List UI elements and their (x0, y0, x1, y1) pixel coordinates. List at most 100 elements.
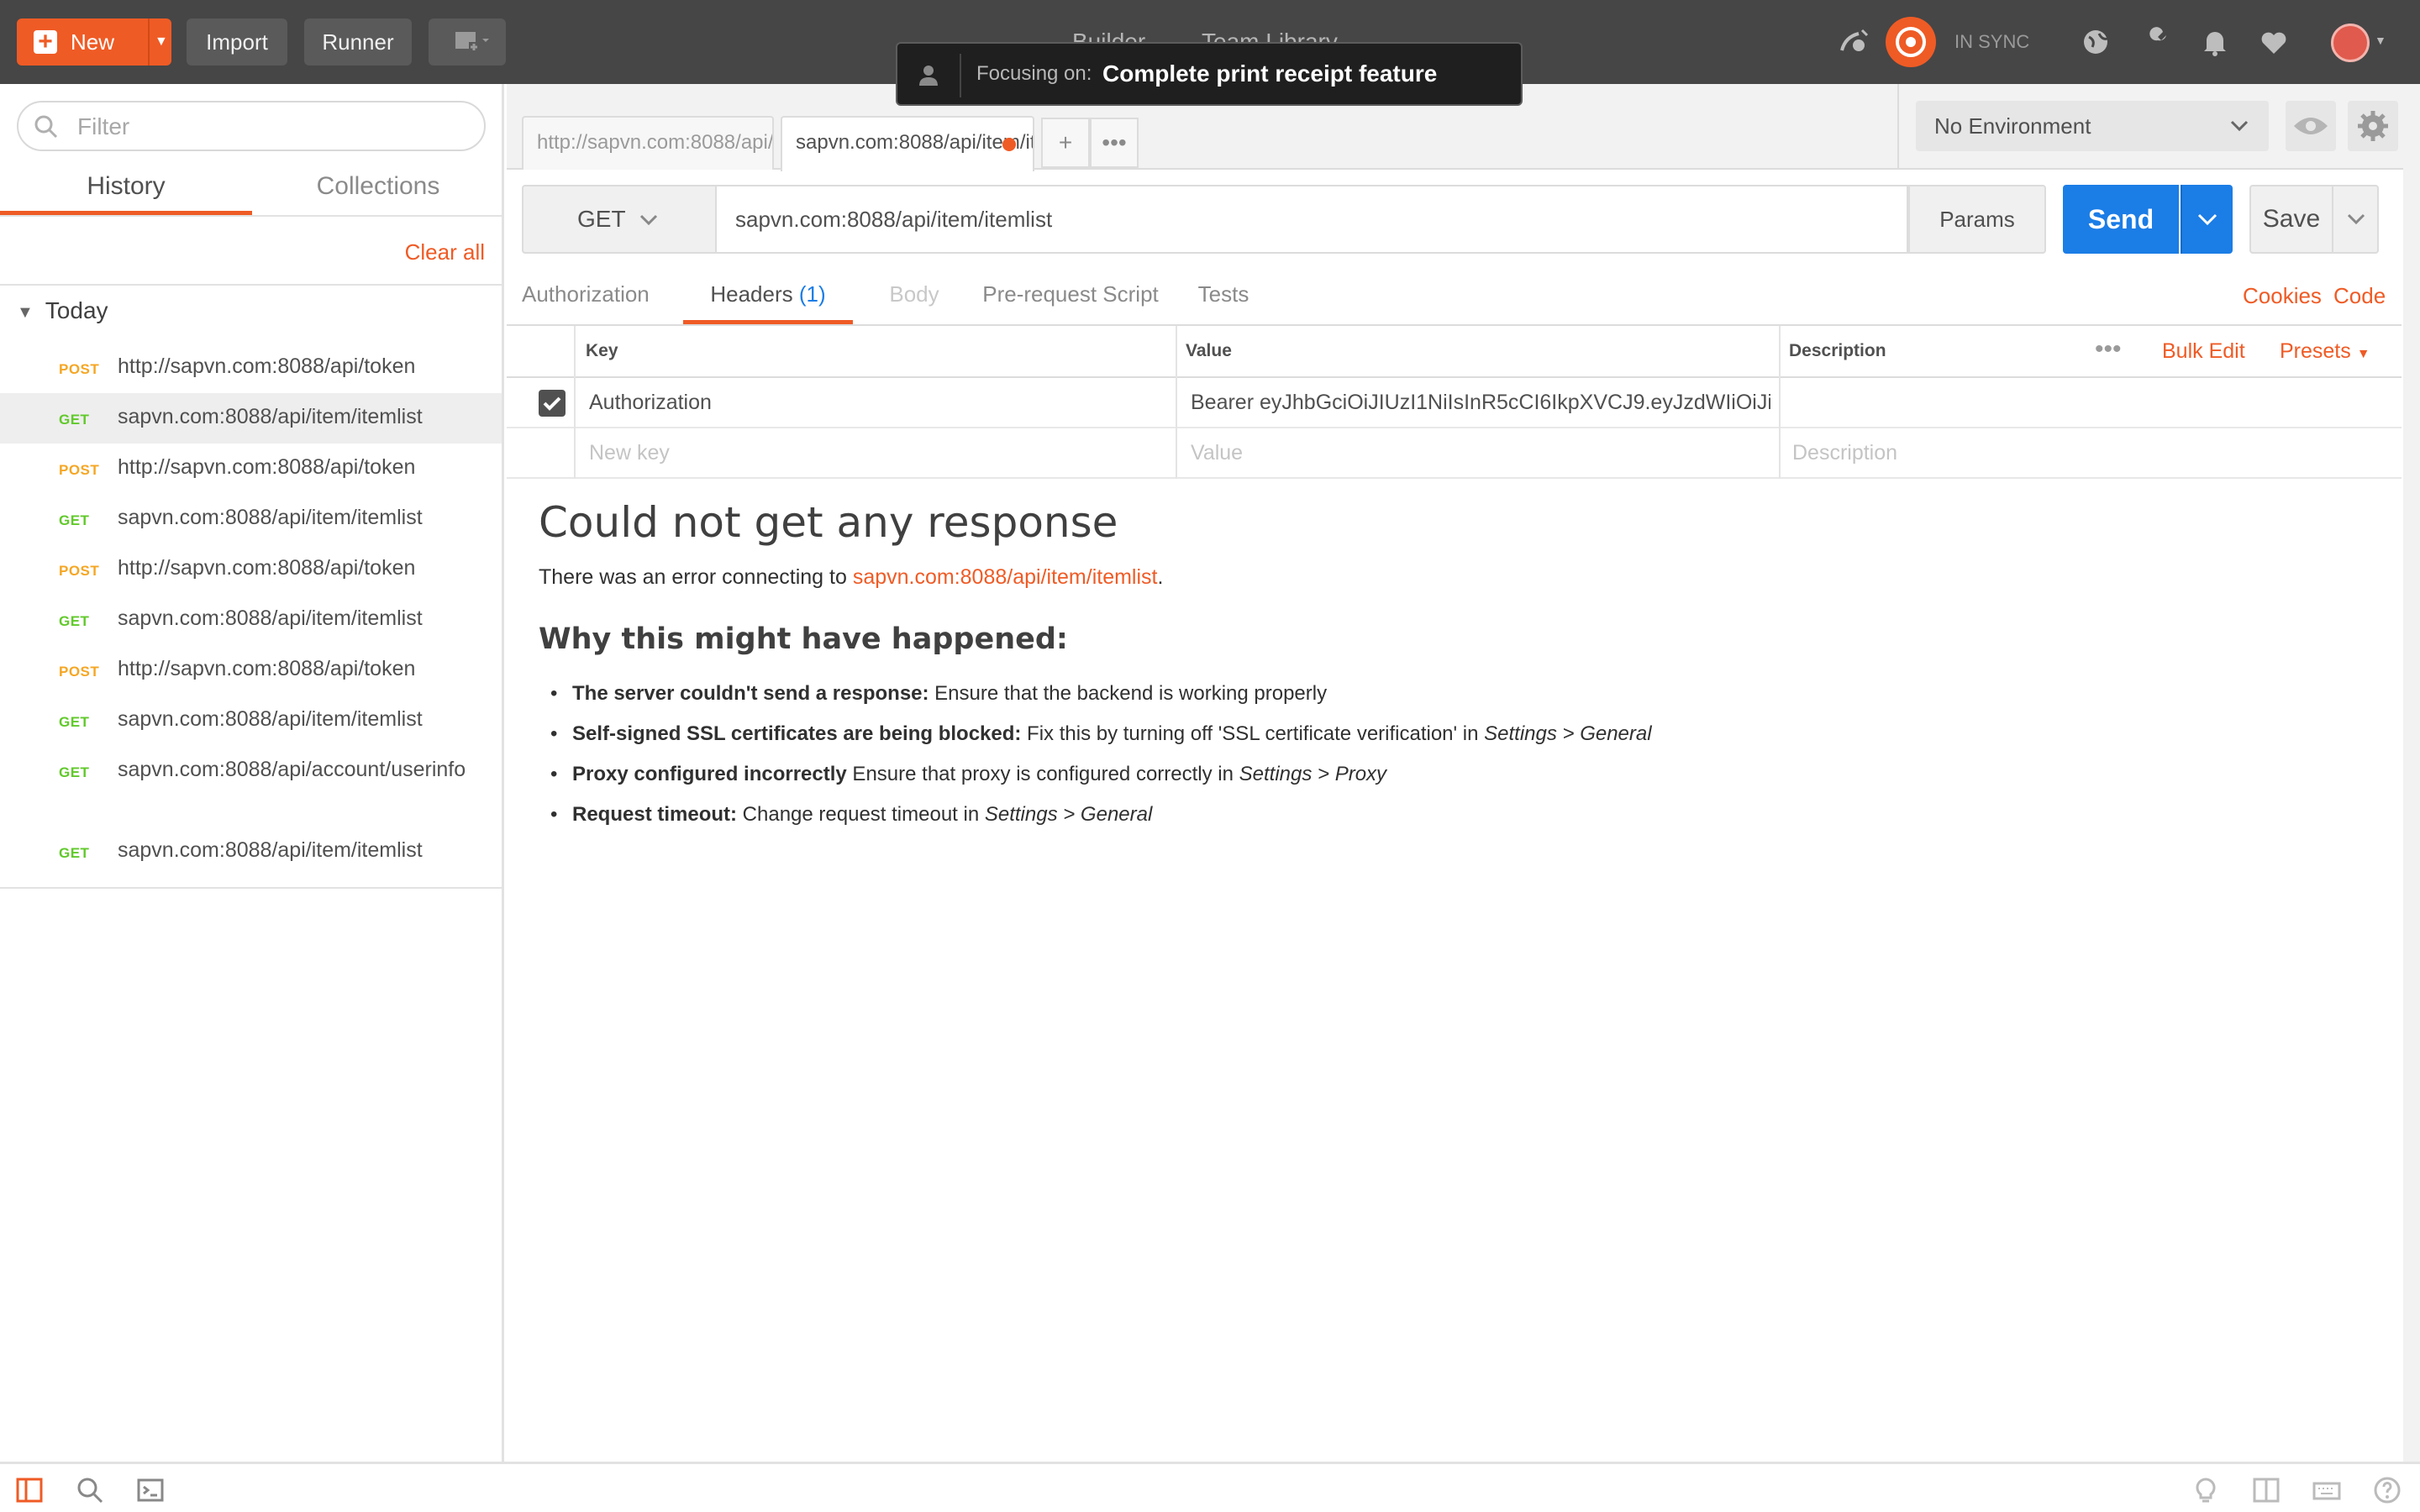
manage-environments-button[interactable] (2348, 101, 2398, 151)
history-url: sapvn.com:8088/api/item/itemlist (118, 838, 423, 862)
new-window-button[interactable] (429, 18, 506, 66)
new-button-label: New (71, 29, 115, 55)
request-tab-active[interactable]: sapvn.com:8088/api/item/itemlist (781, 116, 1034, 171)
reason-item: • The server couldn't send a response: E… (539, 674, 2387, 714)
sidebar-tabs-divider (0, 215, 502, 217)
satellite-icon[interactable] (1837, 25, 1870, 59)
reason-title: Self-signed SSL certificates are being b… (572, 722, 1022, 745)
tab-headers[interactable]: Headers (1) (683, 265, 853, 324)
toggle-sidebar-icon[interactable] (15, 1476, 44, 1504)
wrench-icon[interactable] (2139, 25, 2173, 59)
globe-icon[interactable] (2079, 25, 2112, 59)
history-item[interactable]: GET sapvn.com:8088/api/item/itemlist (0, 696, 502, 746)
method-select[interactable]: GET (522, 185, 717, 254)
sync-status-icon[interactable] (1886, 17, 1936, 67)
new-value-field[interactable]: Value (1191, 428, 1770, 477)
reason-title: Proxy configured incorrectly (572, 763, 847, 785)
send-button[interactable]: Send (2063, 185, 2179, 254)
history-item[interactable]: POST http://sapvn.com:8088/api/token (0, 444, 502, 494)
reason-settings-path: Settings > General (984, 803, 1153, 826)
params-button[interactable]: Params (1908, 185, 2046, 254)
toast-divider (960, 54, 961, 97)
presets-dropdown[interactable]: Presets ▼ (2280, 326, 2370, 380)
avatar[interactable] (2331, 24, 2370, 62)
caret-down-icon[interactable]: ▼ (155, 18, 168, 66)
history-item[interactable]: POST http://sapvn.com:8088/api/token (0, 343, 502, 393)
enable-checkbox[interactable] (539, 390, 566, 417)
new-description-field[interactable]: Description (1792, 428, 2381, 477)
column-divider (1779, 326, 1781, 378)
tab-headers-label: Headers (710, 281, 793, 307)
history-url: sapvn.com:8088/api/item/itemlist (118, 606, 423, 630)
headers-count-badge: (1) (798, 281, 826, 307)
two-pane-view-icon[interactable] (2252, 1476, 2281, 1504)
header-value-cell[interactable]: Bearer eyJhbGciOiJIUzI1NiIsInR5cCI6IkpXV… (1191, 378, 1770, 427)
more-options-icon[interactable]: ••• (2095, 337, 2122, 362)
new-button[interactable]: + New ▼ (17, 18, 171, 66)
tab-collections[interactable]: Collections (252, 165, 504, 215)
import-button[interactable]: Import (187, 18, 287, 66)
add-tab-button[interactable]: + (1041, 118, 1090, 168)
url-input[interactable] (715, 185, 1908, 254)
reason-settings-path: Settings > General (1484, 722, 1652, 745)
column-divider (574, 378, 576, 428)
filter-box[interactable] (17, 101, 486, 151)
history-item[interactable]: GET sapvn.com:8088/api/account/userinfo (0, 746, 502, 827)
keyboard-icon[interactable] (2312, 1476, 2341, 1504)
search-icon[interactable] (76, 1476, 104, 1504)
tab-authorization[interactable]: Authorization (522, 265, 650, 324)
bullet-icon: • (550, 722, 558, 745)
more-tabs-button[interactable]: ••• (1090, 118, 1139, 168)
cookies-link[interactable]: Cookies (2243, 265, 2322, 326)
history-item[interactable]: GET sapvn.com:8088/api/item/itemlist (0, 827, 502, 877)
main-panel: http://sapvn.com:8088/api/token sapvn.co… (507, 84, 2420, 1462)
request-tab[interactable]: http://sapvn.com:8088/api/token (522, 116, 774, 170)
history-item[interactable]: GET sapvn.com:8088/api/item/itemlist (0, 393, 502, 444)
method-badge: POST (59, 361, 100, 377)
bell-icon[interactable] (2198, 25, 2232, 59)
response-panel: Could not get any response There was an … (539, 496, 2387, 835)
environment-quicklook-button[interactable] (2286, 101, 2336, 151)
history-item[interactable]: GET sapvn.com:8088/api/item/itemlist (0, 494, 502, 544)
vertical-scrollbar[interactable] (2403, 84, 2420, 1462)
send-options-button[interactable] (2181, 185, 2233, 254)
caret-down-icon[interactable]: ▼ (2375, 34, 2386, 47)
history-group-today[interactable]: ▼ Today (17, 294, 108, 329)
error-url-link[interactable]: sapvn.com:8088/api/item/itemlist (853, 565, 1158, 589)
tab-history[interactable]: History (0, 165, 252, 215)
lightbulb-icon[interactable] (2191, 1476, 2220, 1504)
unsaved-dot-icon (1002, 138, 1016, 151)
reason-item: • Proxy configured incorrectly Ensure th… (539, 754, 2387, 795)
console-icon[interactable] (136, 1476, 165, 1504)
headers-table-head: Key Value Description ••• Bulk Edit Pres… (507, 326, 2402, 378)
help-icon[interactable] (2373, 1476, 2402, 1504)
table-row: Authorization Bearer eyJhbGciOiJIUzI1NiI… (507, 378, 2402, 428)
method-badge: GET (59, 845, 90, 861)
tab-tests[interactable]: Tests (1186, 265, 1261, 324)
history-item[interactable]: GET sapvn.com:8088/api/item/itemlist (0, 595, 502, 645)
history-item[interactable]: POST http://sapvn.com:8088/api/token (0, 645, 502, 696)
code-link[interactable]: Code (2333, 265, 2386, 326)
save-button[interactable]: Save (2249, 185, 2333, 254)
header-key-cell[interactable]: Authorization (589, 378, 1169, 427)
environment-select[interactable]: No Environment (1916, 101, 2269, 151)
clear-all-link[interactable]: Clear all (405, 235, 485, 269)
history-url: http://sapvn.com:8088/api/token (118, 354, 416, 378)
tab-body[interactable]: Body (876, 265, 952, 324)
bulk-edit-link[interactable]: Bulk Edit (2162, 326, 2245, 376)
history-url: sapvn.com:8088/api/item/itemlist (118, 707, 423, 731)
new-key-field[interactable]: New key (589, 428, 1169, 477)
history-item[interactable]: POST http://sapvn.com:8088/api/token (0, 544, 502, 595)
method-badge: GET (59, 764, 90, 780)
plus-icon: + (34, 29, 57, 55)
method-badge: GET (59, 613, 90, 629)
runner-button[interactable]: Runner (304, 18, 412, 66)
history-url: http://sapvn.com:8088/api/token (118, 455, 416, 479)
search-icon (34, 115, 58, 139)
save-options-button[interactable] (2332, 185, 2379, 254)
reason-item: • Self-signed SSL certificates are being… (539, 714, 2387, 754)
heart-icon[interactable] (2257, 25, 2291, 59)
history-url: sapvn.com:8088/api/account/userinfo (118, 758, 466, 781)
filter-input[interactable] (77, 109, 472, 144)
tab-prerequest-script[interactable]: Pre-request Script (974, 265, 1167, 324)
